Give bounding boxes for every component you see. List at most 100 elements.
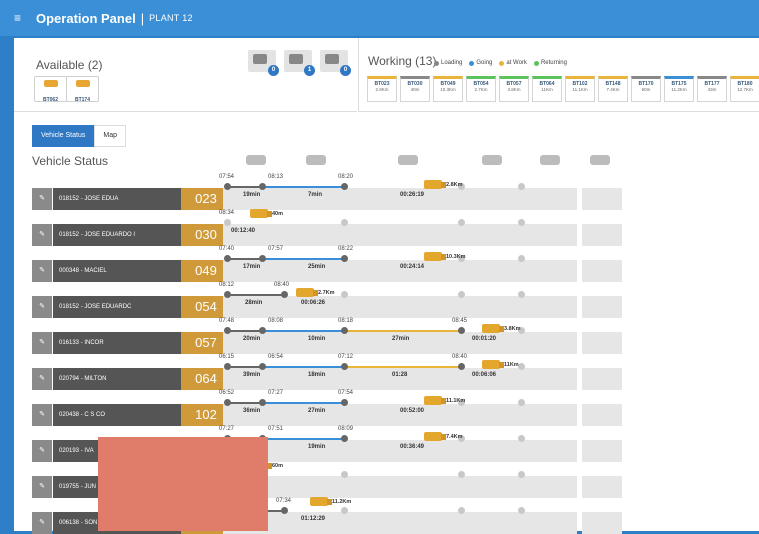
mixer-truck-icon[interactable]: [296, 288, 318, 297]
stat-driver[interactable]: 0: [320, 50, 351, 76]
mixer-truck-icon[interactable]: [482, 324, 504, 333]
stat-maintenance[interactable]: 1: [284, 50, 315, 76]
timeline-node: [224, 363, 231, 370]
working-label: Working (13): [368, 54, 437, 68]
duration: 17min: [243, 264, 261, 270]
timeline-node: [224, 327, 231, 334]
timestamp: 07:48: [219, 318, 235, 324]
edit-icon[interactable]: ✎: [32, 296, 52, 318]
distance-label: 40m: [272, 211, 284, 217]
checkered-flag-icon: [540, 150, 562, 168]
working-vehicle-chip[interactable]: BT148 7.4Km: [598, 76, 628, 102]
working-vehicle-chip[interactable]: BT064 11Km: [532, 76, 562, 102]
top-bar: ≡ Operation Panel | PLANT 12: [0, 0, 759, 36]
truck-end-icon: [590, 150, 612, 168]
mixer-truck-icon[interactable]: [482, 360, 504, 369]
timeline-segment: [227, 258, 262, 260]
driver-name: 016133 - INCOR: [53, 332, 181, 354]
tab-vehicle-status[interactable]: Vehicle Status: [32, 125, 95, 147]
mixer-truck-icon[interactable]: [250, 209, 272, 218]
timestamp: 07:27: [268, 390, 284, 396]
vehicle-distance: 7.4Km: [606, 87, 620, 92]
duration: 7min: [308, 192, 323, 198]
view-tabs: Vehicle Status Map: [32, 125, 126, 147]
timeline-segment: [262, 186, 344, 188]
timeline-node: [259, 255, 266, 262]
timestamp: 06:52: [219, 390, 235, 396]
timeline-node: [518, 507, 525, 514]
timestamp: 07:51: [268, 426, 284, 432]
duration: 39min: [243, 372, 261, 378]
distance-label: 2.7Km: [318, 290, 335, 296]
vehicle-distance: 40m: [410, 87, 420, 92]
mixer-truck-icon[interactable]: [424, 180, 446, 189]
vehicle-distance: 12.7Km: [737, 87, 753, 92]
legend-label: Returning: [540, 60, 567, 66]
timeline-node: [224, 291, 231, 298]
driver-name: 000348 - MACIEL: [53, 260, 181, 282]
mixer-truck-icon[interactable]: [424, 396, 446, 405]
edit-icon[interactable]: ✎: [32, 476, 52, 498]
timeline-node: [458, 327, 465, 334]
timestamp: 08:40: [274, 282, 290, 288]
returning-icon: [482, 150, 504, 168]
legend-item: at Work: [499, 60, 527, 66]
timestamp: 07:54: [219, 174, 235, 180]
row-end-box: [582, 476, 622, 498]
row-end-box: [582, 260, 622, 282]
timestamp: 07:57: [268, 246, 284, 252]
working-vehicle-chip[interactable]: BT030 40m: [400, 76, 430, 102]
title-separator: |: [140, 10, 145, 26]
timeline-segment: [227, 186, 262, 188]
edit-icon[interactable]: ✎: [32, 404, 52, 426]
stat-badge: 0: [340, 65, 351, 76]
timeline-node: [518, 183, 525, 190]
duration: 19min: [308, 444, 326, 450]
timestamp: 08:20: [338, 174, 354, 180]
timeline-node: [518, 255, 525, 262]
timeline-node: [341, 399, 348, 406]
timeline-node: [224, 399, 231, 406]
available-section: Available (2) BT062 BT174 0 1 0: [14, 38, 357, 112]
vehicle-distance: 11Km: [541, 87, 553, 92]
working-vehicle-chip[interactable]: BT170 60m: [631, 76, 661, 102]
timestamp: 06:15: [219, 354, 235, 360]
edit-icon[interactable]: ✎: [32, 440, 52, 462]
timeline-node: [341, 219, 348, 226]
working-vehicle-chip[interactable]: BT023 2.8Km: [367, 76, 397, 102]
edit-icon[interactable]: ✎: [32, 260, 52, 282]
legend-item: Going: [469, 60, 492, 66]
row-end-box: [582, 440, 622, 462]
edit-icon[interactable]: ✎: [32, 188, 52, 210]
mixer-truck-icon[interactable]: [424, 432, 446, 441]
timeline-segment: [262, 330, 344, 332]
edit-icon[interactable]: ✎: [32, 224, 52, 246]
timestamp: 07:40: [219, 246, 235, 252]
working-vehicle-chip[interactable]: BT177 43m: [697, 76, 727, 102]
timeline-segment: [262, 258, 344, 260]
stat-truck[interactable]: 0: [248, 50, 279, 76]
duration: 00:01:20: [472, 336, 497, 342]
menu-icon[interactable]: ≡: [14, 11, 30, 25]
stat-badge: 1: [304, 65, 315, 76]
edit-icon[interactable]: ✎: [32, 332, 52, 354]
timeline-node: [259, 363, 266, 370]
working-vehicle-chip[interactable]: BT102 11.1Km: [565, 76, 595, 102]
timeline-node: [259, 327, 266, 334]
working-vehicle-chip[interactable]: BT057 3.8Km: [499, 76, 529, 102]
working-vehicle-chip[interactable]: BT049 10.3Km: [433, 76, 463, 102]
driver-name: 018152 - JOSE EDUARDC: [53, 296, 181, 318]
timeline-node: [518, 399, 525, 406]
app-title: Operation Panel: [36, 10, 136, 26]
working-vehicle-chip[interactable]: BT180 12.7Km: [730, 76, 759, 102]
available-vehicle-chip[interactable]: BT174: [66, 76, 99, 103]
mixer-truck-icon[interactable]: [424, 252, 446, 261]
tab-map[interactable]: Map: [94, 125, 126, 147]
duration: 27min: [392, 336, 410, 342]
edit-icon[interactable]: ✎: [32, 368, 52, 390]
working-vehicle-chip[interactable]: BT175 11.2Km: [664, 76, 694, 102]
working-vehicle-chip[interactable]: BT054 2.7Km: [466, 76, 496, 102]
mixer-truck-icon[interactable]: [310, 497, 332, 506]
at-work-icon: [398, 150, 420, 168]
available-vehicle-chip[interactable]: BT062: [34, 76, 67, 103]
